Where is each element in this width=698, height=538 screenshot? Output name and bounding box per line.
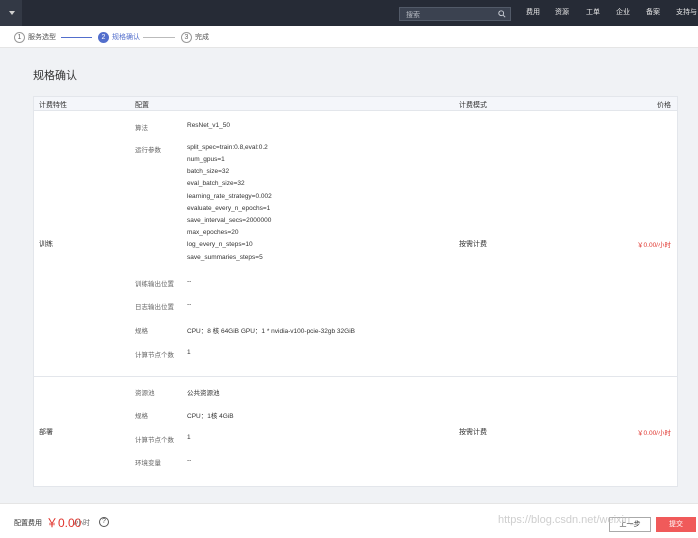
submit-button[interactable]: 提交 xyxy=(656,517,696,532)
spec-table: 计费特性 配置 计费模式 价格 训练 算法 ResNet_v1_50 运行参数 … xyxy=(33,96,678,487)
deploy-billing-mode: 按需计费 xyxy=(459,429,487,436)
step-2-label: 规格确认 xyxy=(112,34,140,41)
train-algo-key: 算法 xyxy=(135,125,148,132)
deploy-pool-value: 公共资源池 xyxy=(187,390,220,397)
train-param: save_summaries_steps=5 xyxy=(187,254,263,261)
chevron-down-icon xyxy=(9,11,15,15)
step-3-label: 完成 xyxy=(195,34,209,41)
deploy-env-key: 环境变量 xyxy=(135,460,161,467)
train-param: num_gpus=1 xyxy=(187,156,225,163)
train-param: save_interval_secs=2000000 xyxy=(187,217,272,224)
step-2: 2 规格确认 xyxy=(98,31,140,43)
table-row-train: 训练 算法 ResNet_v1_50 运行参数 split_spec=train… xyxy=(34,111,677,377)
nav-enterprise[interactable]: 企业 xyxy=(616,0,646,26)
train-params-key: 运行参数 xyxy=(135,147,161,154)
deploy-price: ￥0.00/小时 xyxy=(637,430,671,437)
train-price: ￥0.00/小时 xyxy=(637,242,671,249)
step-1-label: 服务选型 xyxy=(28,34,56,41)
table-header: 计费特性 配置 计费模式 价格 xyxy=(34,97,677,111)
train-billing-mode: 按需计费 xyxy=(459,241,487,248)
deploy-nodes-key: 计算节点个数 xyxy=(135,437,174,444)
train-feature: 训练 xyxy=(39,241,53,248)
search-icon[interactable] xyxy=(498,10,506,18)
search-placeholder: 搜索 xyxy=(406,12,420,19)
service-menu-dropdown[interactable] xyxy=(0,0,22,26)
deploy-spec-key: 规格 xyxy=(135,413,148,420)
train-param: evaluate_every_n_epochs=1 xyxy=(187,205,271,212)
step-1: 1 服务选型 xyxy=(14,31,56,43)
nav-tickets[interactable]: 工单 xyxy=(586,0,616,26)
step-connector-1 xyxy=(61,37,92,38)
nav-billing[interactable]: 费用 xyxy=(526,0,554,26)
fee-label: 配置费用 xyxy=(14,520,42,527)
train-nodes-key: 计算节点个数 xyxy=(135,352,174,359)
train-output-value: -- xyxy=(187,278,192,285)
step-connector-2 xyxy=(143,37,175,38)
train-param: batch_size=32 xyxy=(187,168,230,175)
train-output-key: 训练输出位置 xyxy=(135,281,174,288)
train-spec-key: 规格 xyxy=(135,328,148,335)
train-param: eval_batch_size=32 xyxy=(187,180,245,187)
header-price: 价格 xyxy=(657,102,671,109)
nav-filing[interactable]: 备案 xyxy=(646,0,676,26)
train-param: split_spec=train:0.8,eval:0.2 xyxy=(187,144,268,151)
step-3-number: 3 xyxy=(181,31,192,43)
deploy-pool-key: 资源池 xyxy=(135,390,155,397)
step-2-number: 2 xyxy=(98,31,109,43)
header-mode: 计费模式 xyxy=(459,102,487,109)
deploy-spec-value: CPU：1核 4GiB xyxy=(187,413,234,420)
nav-support[interactable]: 支持与 xyxy=(676,0,698,26)
deploy-feature: 部署 xyxy=(39,429,53,436)
train-param: max_epoches=20 xyxy=(187,229,239,236)
search-input[interactable]: 搜索 xyxy=(399,7,511,21)
train-log-key: 日志输出位置 xyxy=(135,304,174,311)
nav-resources[interactable]: 资源 xyxy=(555,0,585,26)
main-panel: 规格确认 计费特性 配置 计费模式 价格 训练 算法 ResNet_v1_50 … xyxy=(0,48,698,503)
header-feature: 计费特性 xyxy=(39,102,67,109)
train-param: learning_rate_strategy=0.002 xyxy=(187,193,272,200)
train-algo-value: ResNet_v1_50 xyxy=(187,122,230,129)
fee-unit: /小时 xyxy=(74,520,90,527)
help-icon[interactable]: ? xyxy=(99,517,109,527)
train-param: log_every_n_steps=10 xyxy=(187,241,253,248)
train-log-value: -- xyxy=(187,301,192,308)
step-3: 3 完成 xyxy=(181,31,209,43)
top-navigation-bar: 搜索 费用 资源 工单 企业 备案 支持与 xyxy=(0,0,698,26)
deploy-env-value: -- xyxy=(187,457,192,464)
header-config: 配置 xyxy=(135,102,149,109)
page-title: 规格确认 xyxy=(33,70,77,82)
train-spec-value: CPU：8 核 64GiB GPU：1 * nvidia-v100-pcie-3… xyxy=(187,328,355,335)
step-1-number: 1 xyxy=(14,31,25,43)
watermark: https://blog.csdn.net/weixin_ xyxy=(498,514,637,526)
table-row-deploy: 部署 资源池 公共资源池 规格 CPU：1核 4GiB 计算节点个数 1 环境变… xyxy=(34,377,677,486)
deploy-nodes-value: 1 xyxy=(187,434,191,441)
step-indicator: 1 服务选型 2 规格确认 3 完成 xyxy=(0,26,698,48)
train-nodes-value: 1 xyxy=(187,349,191,356)
